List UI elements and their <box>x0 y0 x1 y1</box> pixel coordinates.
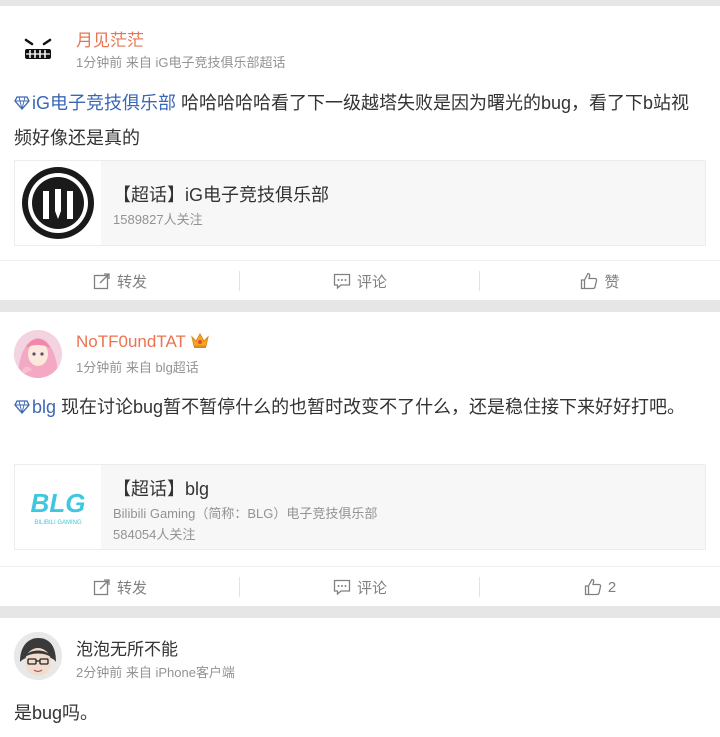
svg-text:BILIBILI GAMING: BILIBILI GAMING <box>34 520 82 526</box>
diamond-icon <box>14 391 30 425</box>
topic-card-followers: 1589827人关注 <box>113 212 203 227</box>
blg-logo-icon: BLG BILIBILI GAMING <box>15 465 101 549</box>
comment-icon <box>333 273 351 290</box>
diamond-icon <box>14 87 30 121</box>
author-name[interactable]: NoTF0undTAT <box>76 331 210 354</box>
post-actions: 转发 评论 赞 <box>0 260 720 300</box>
crown-badge-icon <box>190 331 210 354</box>
svg-text:BLG: BLG <box>31 488 86 518</box>
comment-icon <box>333 579 351 596</box>
post-card: 泡泡无所不能 2分钟前 来自 iPhone客户端 是bug吗。 <box>0 618 720 737</box>
topic-link[interactable]: iG电子竞技俱乐部 <box>14 93 176 113</box>
comment-label: 评论 <box>356 579 387 597</box>
topic-card[interactable]: BLG BILIBILI GAMING 【超话】blg Bilibili Gam… <box>14 464 706 550</box>
repost-label: 转发 <box>116 273 147 291</box>
repost-icon <box>93 273 110 290</box>
author-name[interactable]: 月见茫茫 <box>76 26 144 51</box>
post-card: NoTF0undTAT 1分钟前 来自 blg超话 blg 现在讨论bug暂不暂… <box>0 312 720 606</box>
post-meta: 1分钟前 来自 iG电子竞技俱乐部超话 <box>76 55 286 70</box>
comment-label: 评论 <box>356 273 387 291</box>
author-name[interactable]: 泡泡无所不能 <box>76 635 178 660</box>
like-button[interactable]: 赞 <box>480 261 720 301</box>
comment-button[interactable]: 评论 <box>240 261 480 301</box>
post-meta: 1分钟前 来自 blg超话 <box>76 360 199 375</box>
comment-button[interactable]: 评论 <box>240 567 480 607</box>
post-meta: 2分钟前 来自 iPhone客户端 <box>76 665 235 680</box>
topic-card[interactable]: 【超话】iG电子竞技俱乐部 1589827人关注 <box>14 160 706 246</box>
topic-card-desc: Bilibili Gaming（简称：BLG）电子竞技俱乐部 <box>113 506 378 521</box>
avatar[interactable] <box>14 632 62 680</box>
like-count: 2 <box>607 578 617 596</box>
ig-logo-icon <box>15 161 101 245</box>
post-card: 月见茫茫 1分钟前 来自 iG电子竞技俱乐部超话 iG电子竞技俱乐部 哈哈哈哈哈… <box>0 6 720 300</box>
topic-link[interactable]: blg <box>14 397 56 417</box>
repost-icon <box>93 579 110 596</box>
post-content: blg 现在讨论bug暂不暂停什么的也暂时改变不了什么，还是稳住接下来好好打吧。 <box>14 390 704 425</box>
like-button[interactable]: 2 <box>480 567 720 607</box>
avatar[interactable] <box>14 26 62 74</box>
thumbs-up-icon <box>581 272 598 290</box>
post-content: iG电子竞技俱乐部 哈哈哈哈哈看了下一级越塔失败是因为曙光的bug，看了下b站视… <box>14 86 704 155</box>
repost-button[interactable]: 转发 <box>0 567 240 607</box>
thumbs-up-icon <box>584 578 602 596</box>
topic-card-title: 【超话】iG电子竞技俱乐部 <box>113 185 329 205</box>
topic-card-title: 【超话】blg <box>113 479 210 499</box>
repost-label: 转发 <box>116 579 147 597</box>
topic-card-followers: 584054人关注 <box>113 527 196 542</box>
post-actions: 转发 评论 2 <box>0 566 720 606</box>
post-content: 是bug吗。 <box>14 703 99 723</box>
avatar[interactable] <box>14 330 62 378</box>
repost-button[interactable]: 转发 <box>0 261 240 301</box>
post-text: 现在讨论bug暂不暂停什么的也暂时改变不了什么，还是稳住接下来好好打吧。 <box>56 397 686 417</box>
like-label: 赞 <box>604 273 620 291</box>
